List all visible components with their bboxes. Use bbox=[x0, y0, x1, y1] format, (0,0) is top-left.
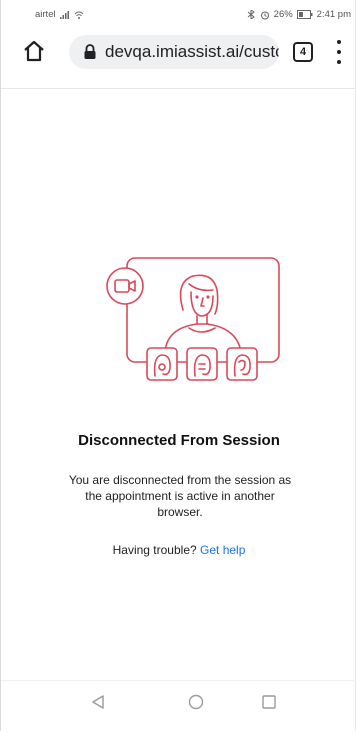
bluetooth-icon bbox=[247, 10, 255, 19]
video-call-illustration bbox=[106, 257, 280, 381]
video-camera-icon bbox=[106, 267, 144, 305]
carrier-label: airtel bbox=[35, 9, 56, 20]
help-prompt: Having trouble? bbox=[112, 543, 197, 557]
lock-icon bbox=[84, 44, 96, 59]
person-avatar bbox=[164, 274, 242, 353]
signal-icon bbox=[59, 10, 69, 19]
toolbar-divider bbox=[1, 88, 356, 89]
phone-frame: airtel 26% 2:41 pm devqa.imiassist.ai/cu… bbox=[0, 0, 356, 731]
battery-icon bbox=[296, 10, 313, 19]
tabs-button[interactable]: 4 bbox=[293, 42, 313, 62]
recents-square-icon[interactable] bbox=[260, 693, 278, 711]
help-line: Having trouble? Get help bbox=[1, 543, 356, 557]
page-title: Disconnected From Session bbox=[78, 432, 280, 449]
participant-thumbnail bbox=[186, 347, 218, 381]
get-help-link[interactable]: Get help bbox=[200, 543, 245, 557]
back-triangle-icon[interactable] bbox=[89, 693, 107, 711]
alarm-icon bbox=[260, 11, 269, 19]
status-bar: airtel 26% 2:41 pm bbox=[1, 0, 356, 26]
more-vert-icon[interactable] bbox=[335, 40, 343, 64]
home-icon[interactable] bbox=[21, 38, 47, 64]
home-circle-icon[interactable] bbox=[187, 693, 205, 711]
address-bar[interactable]: devqa.imiassist.ai/custc bbox=[69, 35, 279, 69]
status-time: 2:41 pm bbox=[316, 9, 351, 20]
disconnect-message: You are disconnected from the session as… bbox=[68, 473, 292, 519]
android-nav-bar bbox=[1, 680, 356, 721]
url-text[interactable]: devqa.imiassist.ai/custc bbox=[105, 42, 279, 62]
battery-percent: 26% bbox=[273, 9, 293, 20]
wifi-icon bbox=[74, 11, 83, 19]
participant-thumbnail bbox=[146, 347, 178, 381]
participant-thumbnail bbox=[226, 347, 258, 381]
browser-toolbar: devqa.imiassist.ai/custc 4 bbox=[1, 30, 356, 82]
tab-count: 4 bbox=[299, 46, 307, 58]
